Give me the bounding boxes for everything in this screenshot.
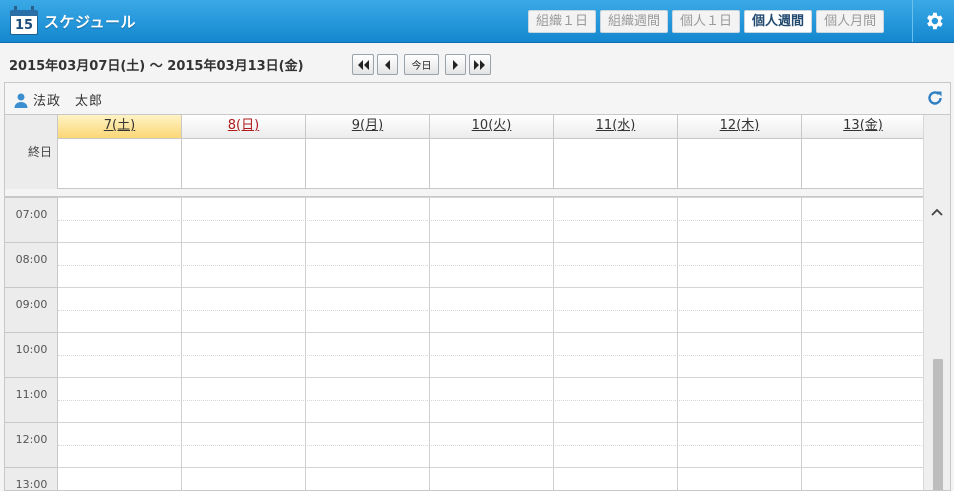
day-header-wed[interactable]: 11(水) xyxy=(554,115,678,139)
tab-personal-day[interactable]: 個人１日 xyxy=(672,10,741,33)
hour-label: 13:00 xyxy=(5,467,58,490)
allday-cell[interactable] xyxy=(802,139,925,189)
tab-personal-week[interactable]: 個人週間 xyxy=(744,10,813,33)
day-divider xyxy=(553,197,554,490)
time-slot-row[interactable] xyxy=(58,332,924,377)
last-button[interactable] xyxy=(469,54,491,75)
next-button[interactable] xyxy=(445,54,466,75)
hour-label: 10:00 xyxy=(5,332,58,377)
allday-cell[interactable] xyxy=(678,139,802,189)
prev-button[interactable] xyxy=(377,54,398,75)
vertical-scrollbar[interactable] xyxy=(923,115,950,490)
app-header: 15 スケジュール 組織１日 組織週間 個人１日 個人週間 個人月間 xyxy=(0,0,954,43)
user-icon xyxy=(14,93,28,108)
allday-cell[interactable] xyxy=(306,139,430,189)
allday-cell[interactable] xyxy=(58,139,182,189)
week-calendar-grid: 7(土) 8(日) 9(月) 10(火) 11(水) 12(木) 13(金) 終… xyxy=(4,114,951,491)
right-icon xyxy=(453,59,458,70)
day-header-sat[interactable]: 7(土) xyxy=(58,115,182,139)
allday-cell[interactable] xyxy=(554,139,678,189)
day-header-tue[interactable]: 10(火) xyxy=(430,115,554,139)
time-slot-row[interactable] xyxy=(58,467,924,490)
gear-icon xyxy=(926,12,943,30)
view-tabs: 組織１日 組織週間 個人１日 個人週間 個人月間 xyxy=(528,10,885,33)
double-right-icon xyxy=(474,59,485,70)
chevron-up-icon[interactable] xyxy=(931,207,943,217)
tab-org-week[interactable]: 組織週間 xyxy=(600,10,669,33)
day-header-fri[interactable]: 13(金) xyxy=(802,115,925,139)
app-title-tab: 15 スケジュール xyxy=(0,0,150,42)
hour-label: 09:00 xyxy=(5,287,58,332)
double-left-icon xyxy=(358,59,369,70)
day-divider xyxy=(181,197,182,490)
calendar-icon: 15 xyxy=(10,6,38,36)
time-slot-row[interactable] xyxy=(58,197,924,242)
hour-label: 07:00 xyxy=(5,197,58,242)
user-row: 法政 太郎 xyxy=(4,82,951,114)
day-divider xyxy=(429,197,430,490)
tab-org-day[interactable]: 組織１日 xyxy=(528,10,597,33)
day-header-mon[interactable]: 9(月) xyxy=(306,115,430,139)
user-name: 法政 太郎 xyxy=(33,94,104,109)
scrollbar-thumb[interactable] xyxy=(933,359,943,490)
date-range: 2015年03月07日(土) ～ 2015年03月13日(金) xyxy=(9,59,304,74)
date-nav-row: 2015年03月07日(土) ～ 2015年03月13日(金) 今日 xyxy=(0,43,954,83)
left-icon xyxy=(385,59,390,70)
refresh-icon xyxy=(928,91,942,105)
time-slot-row[interactable] xyxy=(58,287,924,332)
first-button[interactable] xyxy=(352,54,374,75)
hour-label: 08:00 xyxy=(5,242,58,287)
day-divider xyxy=(801,197,802,490)
time-slot-row[interactable] xyxy=(58,377,924,422)
allday-cell[interactable] xyxy=(430,139,554,189)
day-header-thu[interactable]: 12(木) xyxy=(678,115,802,139)
today-button[interactable]: 今日 xyxy=(404,54,439,75)
settings-button[interactable] xyxy=(912,0,954,42)
time-slot-row[interactable] xyxy=(58,422,924,467)
app-title: スケジュール xyxy=(44,12,136,31)
allday-cell[interactable] xyxy=(182,139,306,189)
week-nav-buttons: 今日 xyxy=(352,54,491,75)
day-divider xyxy=(305,197,306,490)
day-header-sun[interactable]: 8(日) xyxy=(182,115,306,139)
allday-label: 終日 xyxy=(27,145,52,159)
time-slot-row[interactable] xyxy=(58,242,924,287)
day-divider xyxy=(677,197,678,490)
tab-personal-month[interactable]: 個人月間 xyxy=(816,10,885,33)
allday-separator xyxy=(5,189,924,197)
hour-label: 12:00 xyxy=(5,422,58,467)
user-info: 法政 太郎 xyxy=(13,90,103,109)
refresh-button[interactable] xyxy=(926,89,944,107)
hour-label: 11:00 xyxy=(5,377,58,422)
